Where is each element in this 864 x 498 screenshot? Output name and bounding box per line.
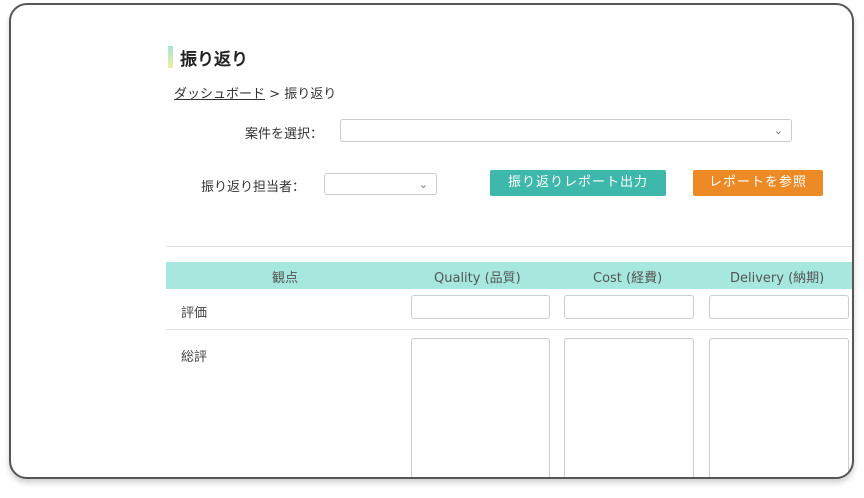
cost-review-textarea[interactable] bbox=[564, 338, 694, 477]
row-label-rating: 評価 bbox=[181, 306, 208, 321]
header-cost: Cost (経費) bbox=[593, 271, 663, 286]
delivery-rating-input[interactable] bbox=[709, 295, 849, 319]
delivery-review-textarea[interactable] bbox=[709, 338, 849, 477]
quality-rating-input[interactable] bbox=[411, 295, 550, 319]
chevron-down-icon: ⌄ bbox=[418, 178, 428, 191]
app-frame: 振り返り ダッシュボード > 振り返り 案件を選択： ⌄ 振り返り担当者： ⌄ … bbox=[9, 3, 854, 479]
view-report-button[interactable]: レポートを参照 bbox=[693, 170, 823, 196]
breadcrumb-separator: > bbox=[269, 87, 281, 102]
reviewer-select[interactable]: ⌄ bbox=[324, 173, 437, 195]
breadcrumb-dashboard-link[interactable]: ダッシュボード bbox=[174, 87, 265, 102]
page-title: 振り返り bbox=[180, 50, 248, 70]
reviewer-select-label: 振り返り担当者： bbox=[201, 180, 306, 195]
breadcrumb: ダッシュボード > 振り返り bbox=[174, 83, 336, 102]
breadcrumb-current: 振り返り bbox=[284, 87, 337, 102]
chevron-down-icon: ⌄ bbox=[773, 124, 783, 137]
row-separator bbox=[166, 329, 852, 330]
section-divider bbox=[166, 246, 852, 247]
project-select[interactable]: ⌄ bbox=[340, 119, 792, 142]
row-label-overall-review: 総評 bbox=[181, 350, 208, 365]
header-quality: Quality (品質) bbox=[434, 271, 521, 286]
header-perspective: 観点 bbox=[272, 271, 299, 286]
cost-rating-input[interactable] bbox=[564, 295, 694, 319]
export-report-button[interactable]: 振り返りレポート出力 bbox=[490, 170, 666, 196]
header-delivery: Delivery (納期) bbox=[730, 271, 825, 286]
title-accent-bar bbox=[168, 46, 173, 68]
quality-review-textarea[interactable] bbox=[411, 338, 550, 477]
project-select-label: 案件を選択： bbox=[245, 127, 324, 142]
